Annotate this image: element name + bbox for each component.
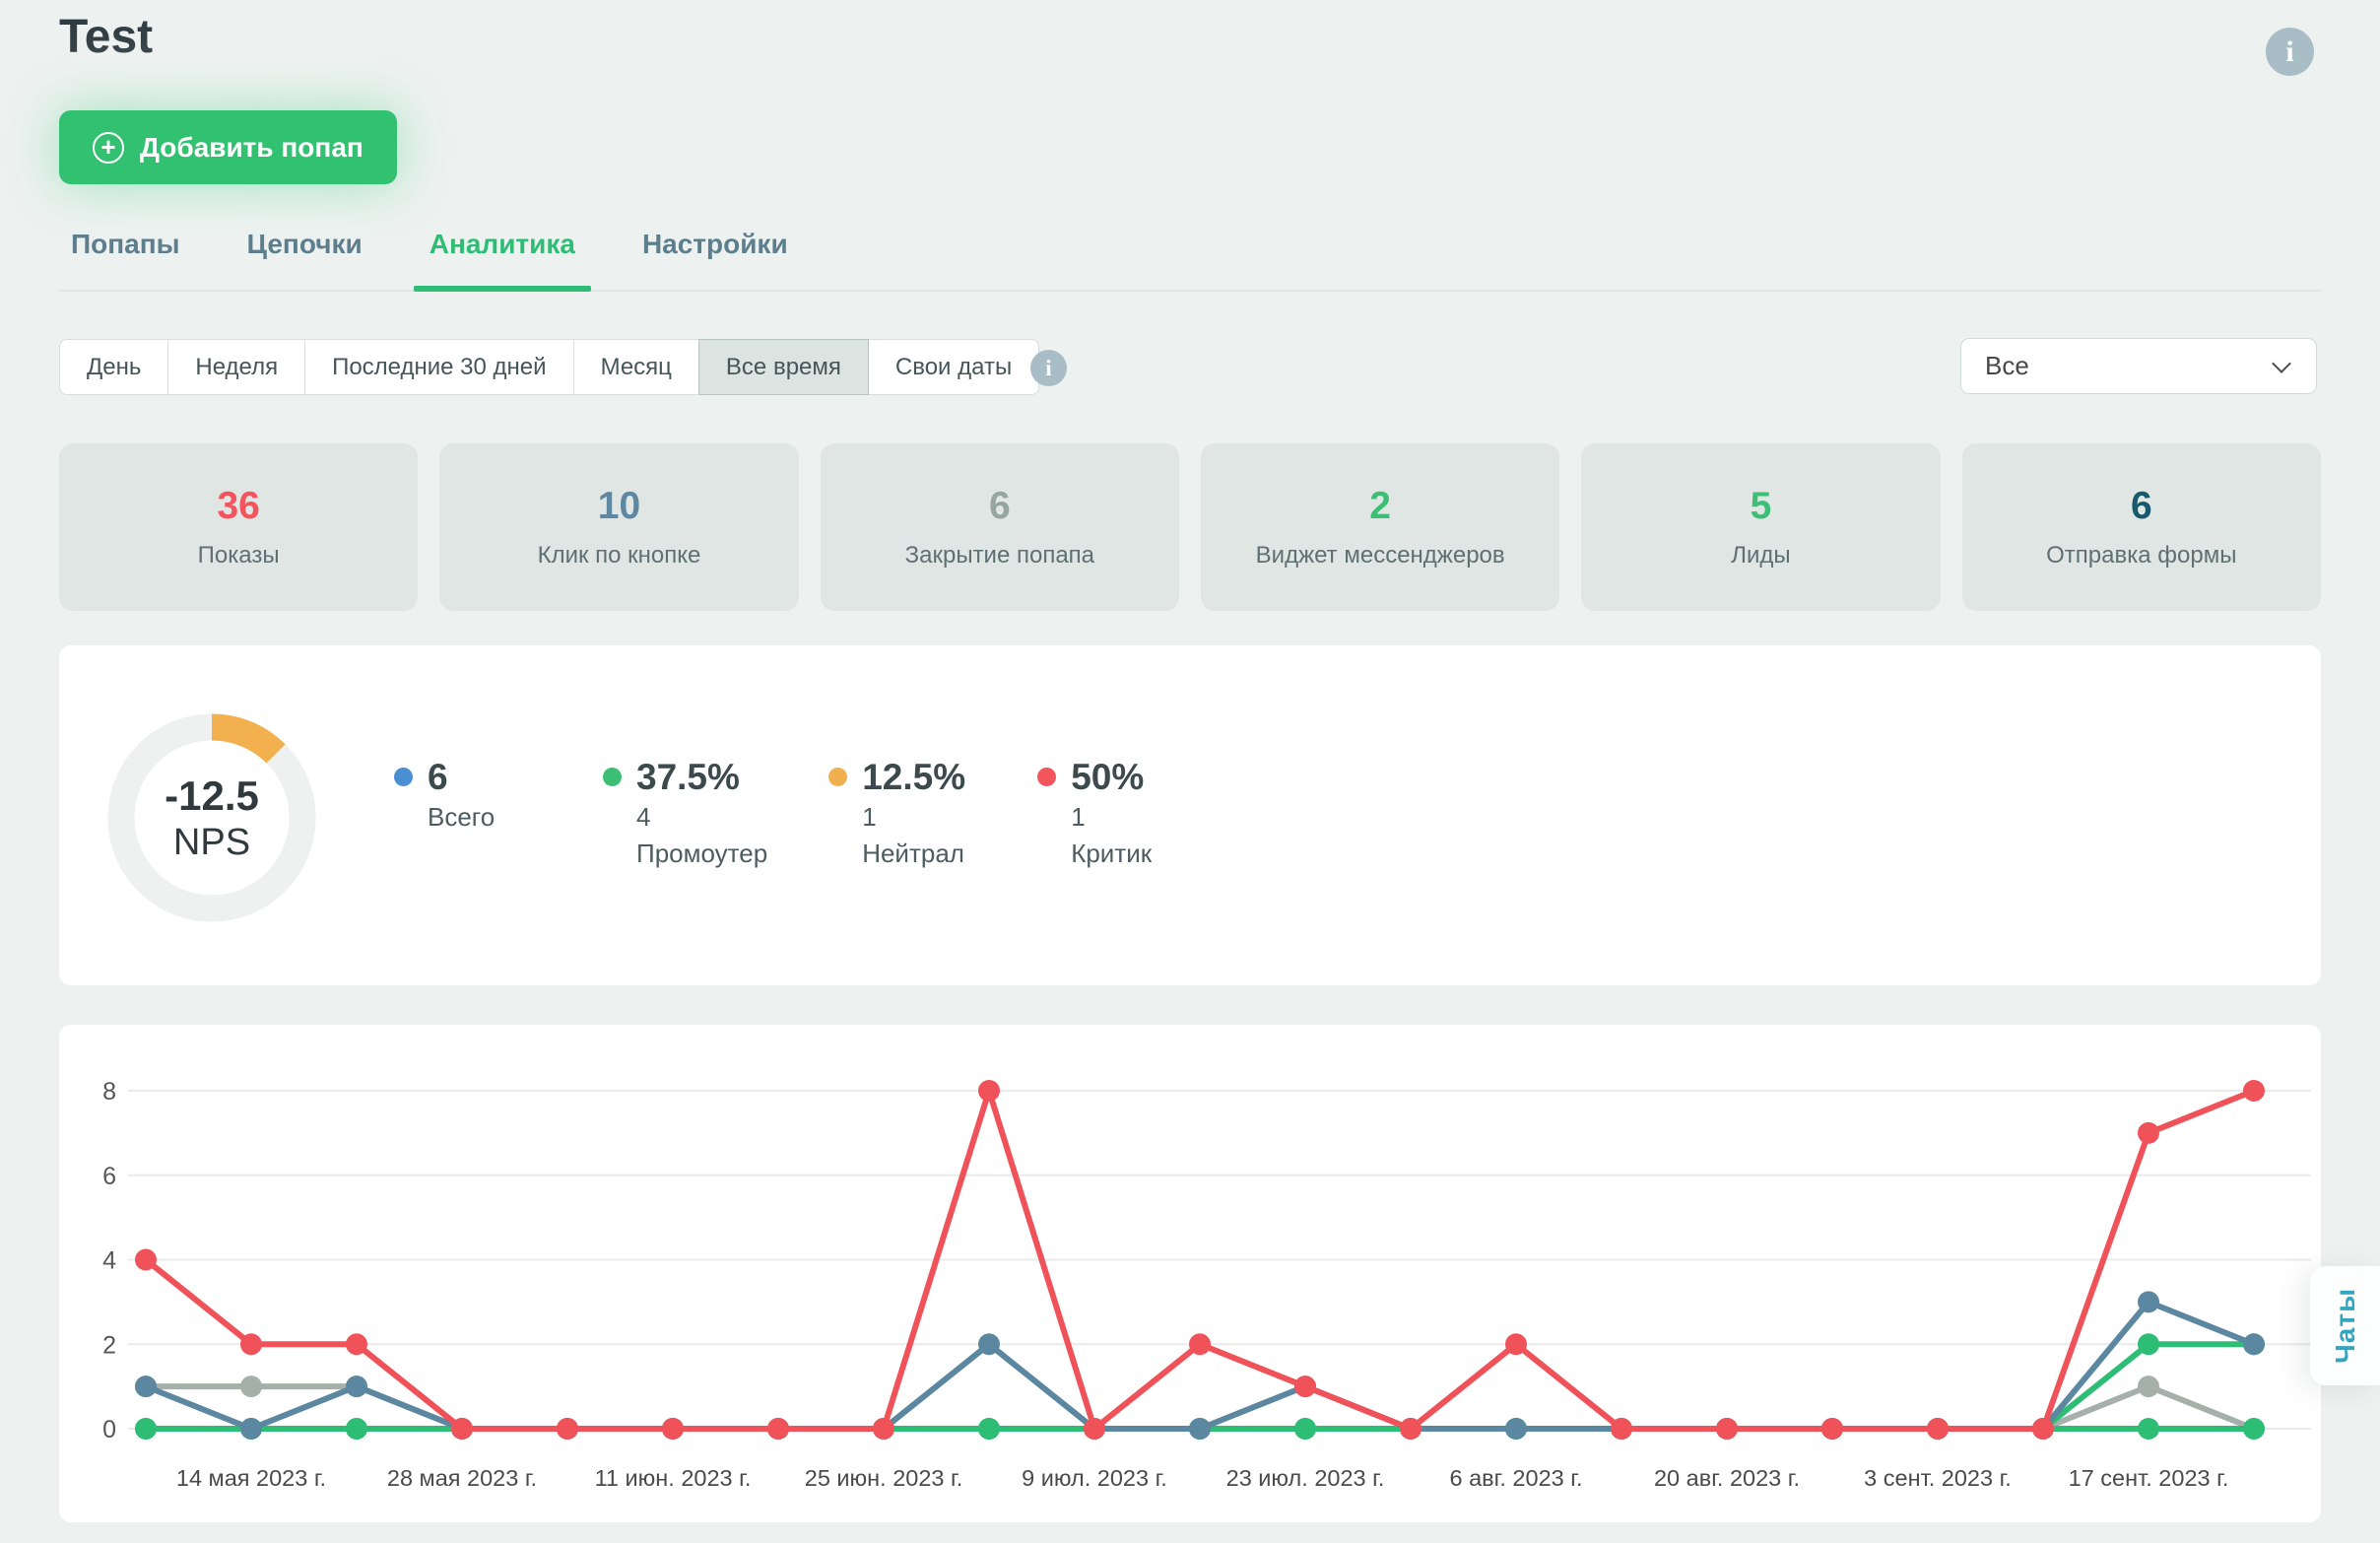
legend-value: 12.5% xyxy=(862,757,966,797)
legend-text: Промоутер xyxy=(636,839,768,868)
stat-label: Показы xyxy=(197,542,280,569)
svg-text:25 июн. 2023 г.: 25 июн. 2023 г. xyxy=(805,1465,963,1491)
filter-info-icon[interactable]: i xyxy=(1030,350,1067,386)
stat-label: Клик по кнопке xyxy=(537,542,701,569)
info-icon-glyph: i xyxy=(1045,355,1052,380)
stat-card: 10 Клик по кнопке xyxy=(439,443,799,611)
legend-dot-icon xyxy=(603,768,622,786)
stat-label: Отправка формы xyxy=(2046,542,2237,569)
legend-dot-icon xyxy=(828,768,848,786)
info-icon-glyph: i xyxy=(2285,34,2294,68)
popup-filter-value: Все xyxy=(1985,351,2029,380)
stats-row: 36 Показы 10 Клик по кнопке 6 Закрытие попапа… xyxy=(59,443,2321,611)
filter-option[interactable]: День xyxy=(59,339,169,395)
stat-value: 6 xyxy=(988,485,1011,527)
tab-bar: Попапы Цепочки Аналитика Настройки xyxy=(59,223,2321,292)
legend-text: Критик xyxy=(1071,839,1153,868)
svg-text:0: 0 xyxy=(102,1416,116,1443)
tab-4[interactable]: Настройки xyxy=(638,223,792,290)
filter-option[interactable]: Неделя xyxy=(167,339,306,395)
svg-text:17 сент. 2023 г.: 17 сент. 2023 г. xyxy=(2069,1465,2229,1491)
nps-card: -12.5 NPS 6 Всего 37.5% 4 Промоутер 12.5% 1 Ней… xyxy=(59,645,2321,985)
legend-value: 37.5% xyxy=(636,757,740,797)
analytics-line-chart: 0 2 4 6 8 14 мая 2023 г. 28 мая 2023 г. 11 июн.… xyxy=(102,1078,2311,1491)
svg-text:6: 6 xyxy=(102,1163,116,1190)
stat-label: Лиды xyxy=(1731,542,1791,569)
nps-legend: 6 Всего 37.5% 4 Промоутер 12.5% 1 Нейтрал 50% 1 Кр… xyxy=(394,756,1185,872)
legend-value: 6 xyxy=(428,757,448,797)
svg-text:8: 8 xyxy=(102,1078,116,1106)
stat-card: 6 Закрытие попапа xyxy=(820,443,1179,611)
stat-label: Виджет мессенджеров xyxy=(1255,542,1505,569)
legend-dot-icon xyxy=(1037,768,1057,786)
nps-legend-item: 50% 1 Критик xyxy=(1037,756,1185,872)
svg-text:23 июл. 2023 г.: 23 июл. 2023 г. xyxy=(1226,1465,1385,1491)
date-range-filter-group: День Неделя Последние 30 дней Месяц Все врем… xyxy=(59,339,1040,395)
analytics-chart-card: 0 2 4 6 8 14 мая 2023 г. 28 мая 2023 г. 11 июн.… xyxy=(59,1025,2321,1522)
stat-value: 6 xyxy=(2130,485,2152,527)
legend-value: 50% xyxy=(1071,757,1145,797)
legend-dot-icon xyxy=(394,768,413,786)
svg-text:28 мая 2023 г.: 28 мая 2023 г. xyxy=(387,1465,537,1491)
popup-filter-select[interactable]: Все xyxy=(1960,338,2317,394)
stat-value: 2 xyxy=(1369,485,1391,527)
chat-side-tab-label: Чаты xyxy=(2330,1288,2360,1364)
legend-text: Всего xyxy=(428,802,496,832)
stat-card: 2 Виджет мессенджеров xyxy=(1200,443,1560,611)
svg-text:3 сент. 2023 г.: 3 сент. 2023 г. xyxy=(1864,1465,2012,1491)
svg-text:9 июл. 2023 г.: 9 июл. 2023 г. xyxy=(1022,1465,1167,1491)
stat-value: 36 xyxy=(217,485,260,527)
filter-option[interactable]: Свои даты xyxy=(867,339,1040,395)
stat-card: 36 Показы xyxy=(59,443,419,611)
tab-2[interactable]: Цепочки xyxy=(243,223,366,290)
legend-text: 1 xyxy=(862,802,877,832)
svg-text:6 авг. 2023 г.: 6 авг. 2023 г. xyxy=(1450,1465,1583,1491)
stat-label: Закрытие попапа xyxy=(904,542,1095,569)
analytics-page: Test i + Добавить попап Попапы Цепочки Ана… xyxy=(0,0,2380,1543)
tab-1[interactable]: Попапы xyxy=(67,223,184,290)
nps-legend-item: 6 Всего xyxy=(394,756,542,872)
nps-legend-item: 12.5% 1 Нейтрал xyxy=(828,756,976,872)
nps-score: -12.5 xyxy=(165,772,259,819)
filter-option[interactable]: Все время xyxy=(697,339,869,395)
stat-value: 5 xyxy=(1750,485,1772,527)
tab-3[interactable]: Аналитика xyxy=(413,223,592,292)
stat-card: 6 Отправка формы xyxy=(1961,443,2321,611)
nps-unit-label: NPS xyxy=(172,821,251,863)
page-title: Test xyxy=(59,11,154,63)
svg-text:14 мая 2023 г.: 14 мая 2023 г. xyxy=(176,1465,326,1491)
legend-text: Нейтрал xyxy=(862,839,964,868)
info-icon[interactable]: i xyxy=(2266,28,2314,76)
svg-text:20 авг. 2023 г.: 20 авг. 2023 г. xyxy=(1654,1465,1800,1491)
plus-circle-icon: + xyxy=(93,131,124,164)
add-popup-button-label: Добавить попап xyxy=(140,131,364,163)
chat-side-tab[interactable]: Чаты xyxy=(2310,1266,2380,1385)
svg-text:2: 2 xyxy=(102,1331,116,1359)
filter-option[interactable]: Месяц xyxy=(572,339,699,395)
nps-legend-item: 37.5% 4 Промоутер xyxy=(603,756,767,872)
svg-text:11 июн. 2023 г.: 11 июн. 2023 г. xyxy=(595,1465,752,1491)
stat-card: 5 Лиды xyxy=(1581,443,1941,611)
add-popup-button[interactable]: + Добавить попап xyxy=(59,110,397,184)
svg-text:4: 4 xyxy=(102,1247,116,1275)
chevron-down-icon xyxy=(2272,354,2291,373)
stat-value: 10 xyxy=(597,485,641,527)
nps-donut-chart: -12.5 NPS xyxy=(94,700,330,936)
legend-text: 1 xyxy=(1071,802,1086,832)
filter-option[interactable]: Последние 30 дней xyxy=(304,339,574,395)
legend-text: 4 xyxy=(636,802,651,832)
